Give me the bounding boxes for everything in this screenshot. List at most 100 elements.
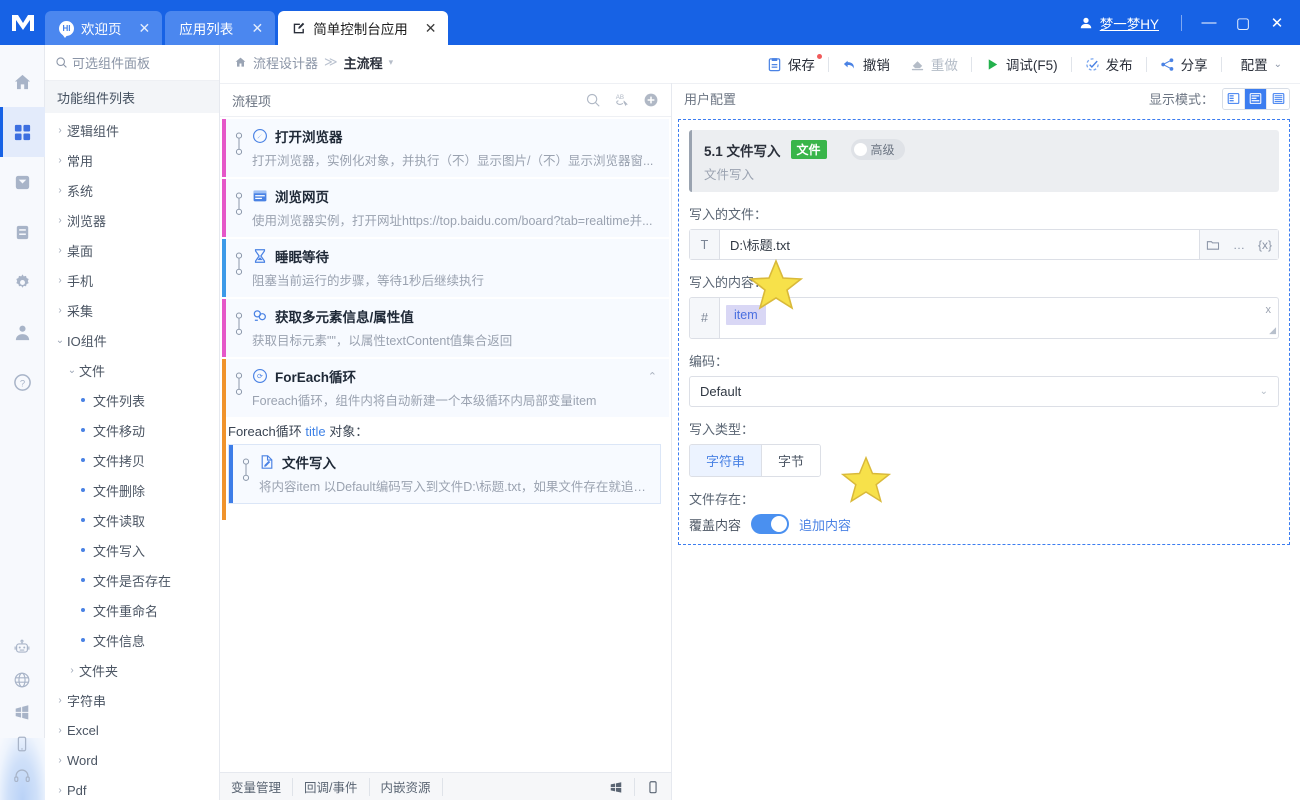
component-tree-group[interactable]: › 系统 [45,175,219,205]
component-tree-group[interactable]: ⌄ IO组件 [45,325,219,355]
variable-token-item[interactable]: item [726,305,766,325]
breadcrumb-current[interactable]: 主流程 [344,53,383,72]
component-tree-leaf[interactable]: 文件列表 [45,385,219,415]
config-button[interactable]: 配置 ⌄ [1225,51,1292,77]
add-circle-icon[interactable] [643,92,659,108]
close-button[interactable]: ✕ [1260,8,1294,38]
help-icon[interactable]: ? [0,357,45,407]
flow-item[interactable]: 文件写入 将内容item 以Default编码写入到文件D:\标题.txt，如果文… [228,444,661,504]
tab-simple-console-app[interactable]: 简单控制台应用 ✕ [278,11,449,45]
write-type-string-button[interactable]: 字符串 [690,445,763,476]
file-path-value[interactable]: D:\标题.txt [720,230,1199,259]
component-tree-leaf[interactable]: 文件移动 [45,415,219,445]
save-button[interactable]: 保存 [757,51,825,77]
headset-icon[interactable] [0,760,45,792]
mobile-icon[interactable] [0,728,45,760]
user-menu[interactable]: 梦一梦HY [1079,13,1171,33]
clear-icon[interactable]: x [1266,304,1272,316]
flow-item[interactable]: 睡眠等待 阻塞当前运行的步骤，等待1秒后继续执行 [222,239,669,297]
component-tree-group[interactable]: › 常用 [45,145,219,175]
component-tree-group[interactable]: › 浏览器 [45,205,219,235]
list-doc-icon[interactable] [0,207,45,257]
component-tree-group[interactable]: › 文件夹 [45,655,219,685]
chevron-right-icon[interactable]: › [53,695,67,706]
component-search[interactable]: 可选组件面板 [45,45,219,81]
status-bar-item-resources[interactable]: 内嵌资源 [370,777,443,796]
file-exists-switch[interactable] [751,514,790,534]
component-tree-leaf[interactable]: 文件拷贝 [45,445,219,475]
chevron-down-icon[interactable]: ⌄ [65,365,79,376]
chevron-right-icon[interactable]: › [65,665,79,676]
globe-icon[interactable] [0,664,45,696]
chevron-right-icon[interactable]: › [53,245,67,256]
loop-label-variable[interactable]: title [305,424,325,439]
chevron-right-icon[interactable]: › [53,785,67,796]
mode-center-icon[interactable] [1245,88,1267,109]
component-tree-leaf[interactable]: 文件删除 [45,475,219,505]
undo-button[interactable]: 撤销 [832,51,900,77]
content-input[interactable]: # item x ◢ [689,297,1279,339]
chevron-down-icon[interactable]: ⌄ [1274,59,1282,70]
component-tree-group[interactable]: › Word [45,745,219,775]
chevron-right-icon[interactable]: › [53,155,67,166]
component-tree-group[interactable]: ⌄ 文件 [45,355,219,385]
component-tree-leaf[interactable]: 文件写入 [45,535,219,565]
tab-app-list[interactable]: 应用列表 ✕ [165,11,276,45]
component-tree-group[interactable]: › Pdf [45,775,219,800]
chevron-right-icon[interactable]: › [53,185,67,196]
person-icon[interactable] [0,307,45,357]
collapse-icon[interactable]: ⌃ [648,370,661,383]
maximize-button[interactable]: ▢ [1226,8,1260,38]
inbox-icon[interactable] [0,157,45,207]
grid-apps-icon[interactable] [0,107,45,157]
component-tree-group[interactable]: › 采集 [45,295,219,325]
encoding-select[interactable]: Default ⌄ [689,376,1279,407]
component-tree-group[interactable]: › 桌面 [45,235,219,265]
windows-icon[interactable] [0,696,45,728]
ab-cursor-icon[interactable]: AB [614,92,630,108]
flow-item[interactable]: 浏览网页 使用浏览器实例，打开网址https://top.baidu.com/bo… [222,179,669,237]
mobile-icon[interactable] [634,777,671,796]
chevron-right-icon[interactable]: › [53,305,67,316]
robot-icon[interactable] [0,632,45,664]
tab-welcome[interactable]: HI 欢迎页 ✕ [45,11,163,45]
tab-close-icon[interactable]: ✕ [242,20,264,37]
breadcrumb-root[interactable]: 流程设计器 [253,53,318,72]
write-type-bytes-button[interactable]: 字节 [762,445,821,476]
component-tree-leaf[interactable]: 文件是否存在 [45,565,219,595]
component-tree-group[interactable]: › 手机 [45,265,219,295]
share-button[interactable]: 分享 [1150,51,1218,77]
chevron-right-icon[interactable]: › [53,725,67,736]
tab-close-icon[interactable]: ✕ [415,20,437,37]
component-tree-leaf[interactable]: 文件信息 [45,625,219,655]
more-ellipsis-icon[interactable]: … [1226,238,1252,252]
advanced-toggle[interactable]: 高级 [850,139,905,160]
gear-icon[interactable] [0,257,45,307]
chevron-right-icon[interactable]: › [53,755,67,766]
file-path-input[interactable]: T D:\标题.txt … {x} [689,229,1279,260]
status-bar-item-callbacks[interactable]: 回调/事件 [293,777,370,796]
search-icon[interactable] [585,92,601,108]
flow-item[interactable]: ⟳ ForEach循环 ⌃ Foreach循环，组件内将自动新建一个本级循环内局部变量… [222,359,669,417]
home-icon[interactable] [234,56,247,69]
chevron-right-icon[interactable]: › [53,275,67,286]
folder-icon[interactable] [1200,238,1226,252]
windows-icon[interactable] [598,778,634,796]
component-tree-leaf[interactable]: 文件读取 [45,505,219,535]
component-tree-group[interactable]: › 字符串 [45,685,219,715]
variable-brace-icon[interactable]: {x} [1252,238,1278,252]
resize-handle[interactable]: ◢ [1269,325,1276,336]
mode-list-icon[interactable] [1267,88,1289,109]
flow-item[interactable]: 打开浏览器 打开浏览器，实例化对象，并执行（不）显示图片/（不）显示浏览器窗... [222,119,669,177]
debug-button[interactable]: 调试(F5) [975,51,1068,77]
chevron-down-icon[interactable]: ▾ [389,57,394,68]
component-tree-group[interactable]: › 逻辑组件 [45,115,219,145]
home-icon[interactable] [0,57,45,107]
status-bar-item-variables[interactable]: 变量管理 [220,777,294,796]
minimize-button[interactable]: — [1192,8,1226,38]
publish-button[interactable]: 发布 [1075,51,1143,77]
mode-left-icon[interactable] [1223,88,1245,109]
tab-close-icon[interactable]: ✕ [129,20,151,37]
chevron-right-icon[interactable]: › [53,125,67,136]
flow-item[interactable]: 获取多元素信息/属性值 获取目标元素""，以属性textContent值集合返回 [222,299,669,357]
